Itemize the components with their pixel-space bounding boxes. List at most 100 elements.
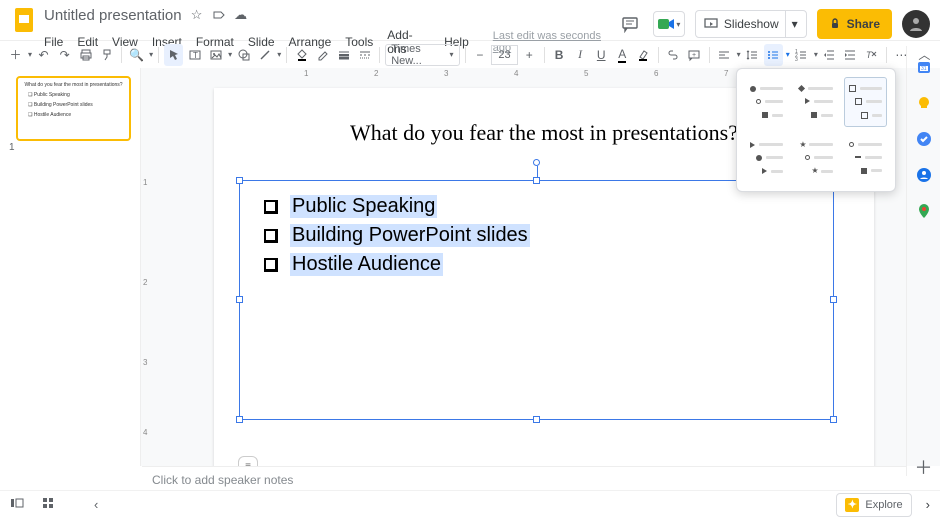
resize-handle[interactable] <box>830 416 837 423</box>
highlight-button[interactable] <box>634 44 653 66</box>
insert-comment-button[interactable]: + <box>685 44 704 66</box>
paint-format-button[interactable] <box>97 44 116 66</box>
ruler-tick: 1 <box>143 178 147 187</box>
clear-format-button[interactable]: T <box>862 44 881 66</box>
align-button[interactable] <box>715 44 734 66</box>
ruler-tick: 1 <box>304 69 308 78</box>
shape-tool[interactable] <box>234 44 253 66</box>
line-caret[interactable]: ▾ <box>277 50 281 59</box>
thumb-bullet: ❑ Hostile Audience <box>28 112 123 118</box>
meet-button[interactable]: ▾ <box>653 11 685 37</box>
header-actions: ▾ Slideshow ▾ Share <box>617 9 930 39</box>
svg-text:31: 31 <box>921 66 927 72</box>
rotate-handle[interactable] <box>533 159 540 166</box>
resize-handle[interactable] <box>830 296 837 303</box>
font-increase-button[interactable]: + <box>520 44 539 66</box>
slideshow-label: Slideshow <box>724 17 779 31</box>
speaker-notes[interactable]: Click to add speaker notes <box>142 466 906 490</box>
slideshow-button[interactable]: Slideshow ▾ <box>695 10 807 38</box>
textbox-tool[interactable]: T <box>185 44 204 66</box>
zoom-button[interactable]: 🔍 <box>127 44 146 66</box>
list-item-text: Public Speaking <box>290 195 437 218</box>
list-item[interactable]: Public Speaking <box>264 195 809 218</box>
italic-button[interactable]: I <box>571 44 590 66</box>
redo-button[interactable]: ↷ <box>55 44 74 66</box>
slides-logo[interactable] <box>10 6 38 34</box>
fill-color-button[interactable] <box>292 44 311 66</box>
explore-button[interactable]: ✦Explore <box>836 493 911 517</box>
share-button[interactable]: Share <box>817 9 892 39</box>
select-tool[interactable] <box>164 44 183 66</box>
collapse-filmstrip-icon[interactable]: ‹ <box>94 497 98 512</box>
numbered-list-button[interactable]: 123 <box>792 44 811 66</box>
side-panel-rail: 31 ＋ <box>906 46 940 476</box>
bulleted-list-caret[interactable]: ▾ <box>786 50 790 59</box>
border-color-button[interactable] <box>313 44 332 66</box>
outdent-button[interactable] <box>820 44 839 66</box>
line-spacing-button[interactable] <box>743 44 762 66</box>
calendar-icon[interactable]: 31 <box>915 58 933 76</box>
svg-text:T: T <box>866 50 873 60</box>
print-button[interactable] <box>76 44 95 66</box>
list-item[interactable]: Building PowerPoint slides <box>264 224 809 247</box>
thumb-index: 1 <box>9 142 15 153</box>
numbered-list-caret[interactable]: ▾ <box>814 50 818 59</box>
maps-icon[interactable] <box>915 202 933 220</box>
checkbox-bullet-icon <box>264 200 278 214</box>
border-dash-button[interactable] <box>355 44 374 66</box>
list-item[interactable]: Hostile Audience <box>264 253 809 276</box>
body-textbox[interactable]: Public Speaking Building PowerPoint slid… <box>239 180 834 420</box>
text-color-button[interactable]: A <box>613 44 632 66</box>
tasks-icon[interactable] <box>915 130 933 148</box>
resize-handle[interactable] <box>236 416 243 423</box>
new-slide-caret[interactable]: ▾ <box>28 50 32 59</box>
show-sidebar-icon[interactable]: › <box>926 497 930 512</box>
ruler-tick: 3 <box>143 358 147 367</box>
underline-button[interactable]: U <box>592 44 611 66</box>
slide-thumbnail-1[interactable]: What do you fear the most in presentatio… <box>16 76 131 141</box>
bullet-option-diamond[interactable] <box>794 77 837 127</box>
resize-handle[interactable] <box>533 177 540 184</box>
resize-handle[interactable] <box>533 416 540 423</box>
avatar[interactable] <box>902 10 930 38</box>
bullet-list[interactable]: Public Speaking Building PowerPoint slid… <box>240 181 833 296</box>
move-icon[interactable] <box>212 8 226 22</box>
image-tool[interactable] <box>206 44 225 66</box>
ruler-tick: 4 <box>514 69 518 78</box>
new-slide-button[interactable]: ＋ <box>6 44 25 66</box>
font-decrease-button[interactable]: − <box>470 44 489 66</box>
indent-button[interactable] <box>841 44 860 66</box>
font-family-select[interactable]: Times New...▾ <box>385 44 459 66</box>
bullet-option-star[interactable]: ★ ★ <box>794 133 837 183</box>
resize-handle[interactable] <box>236 177 243 184</box>
doc-title[interactable]: Untitled presentation <box>44 7 182 24</box>
align-caret[interactable]: ▾ <box>737 50 741 59</box>
zoom-caret[interactable]: ▾ <box>149 50 153 59</box>
comments-icon[interactable] <box>617 11 643 37</box>
autofit-indicator[interactable]: ≡ <box>238 456 258 466</box>
contacts-icon[interactable] <box>915 166 933 184</box>
bullet-option-checkbox[interactable] <box>844 77 887 127</box>
undo-button[interactable]: ↶ <box>34 44 53 66</box>
star-icon[interactable]: ☆ <box>190 8 204 22</box>
bullet-option-hollow[interactable] <box>844 133 887 183</box>
grid-view-icon[interactable] <box>42 496 56 513</box>
resize-handle[interactable] <box>236 296 243 303</box>
svg-text:+: + <box>692 52 696 59</box>
toolbar: ＋▾ ↶ ↷ 🔍▾ T ▾ ▾ Times New...▾ − 23 + B I… <box>0 40 940 68</box>
bullet-option-disc[interactable] <box>745 77 788 127</box>
image-caret[interactable]: ▾ <box>228 50 232 59</box>
font-size-input[interactable]: 23 <box>491 45 517 65</box>
slideshow-caret-icon[interactable]: ▾ <box>785 11 798 37</box>
cloud-icon[interactable]: ☁ <box>234 8 248 22</box>
border-weight-button[interactable] <box>334 44 353 66</box>
line-tool[interactable] <box>255 44 274 66</box>
insert-link-button[interactable] <box>664 44 683 66</box>
bullet-option-arrow[interactable] <box>745 133 788 183</box>
bulleted-list-button[interactable] <box>764 44 783 66</box>
add-addon-icon[interactable]: ＋ <box>915 458 933 476</box>
bold-button[interactable]: B <box>550 44 569 66</box>
filmstrip-view-icon[interactable] <box>10 496 24 513</box>
keep-icon[interactable] <box>915 94 933 112</box>
svg-text:3: 3 <box>795 57 798 62</box>
